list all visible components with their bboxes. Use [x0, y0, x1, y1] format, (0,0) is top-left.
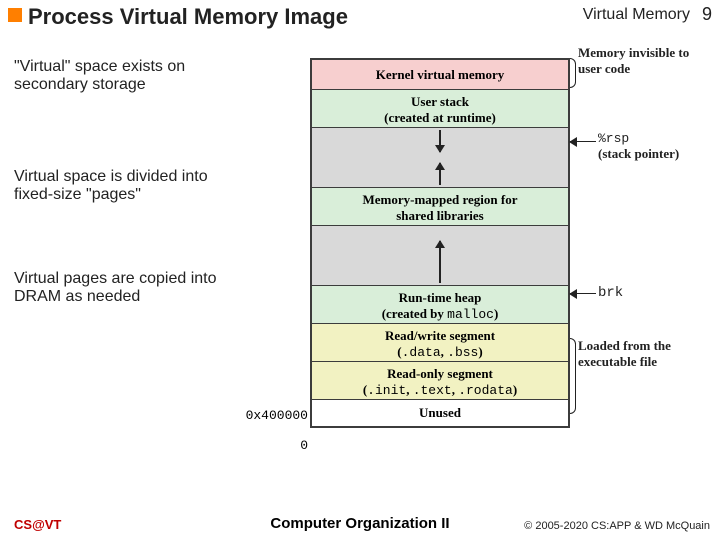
footer-copyright: © 2005-2020 CS:APP & WD McQuain — [524, 520, 710, 532]
segment-rw-l1: Read/write segment — [314, 328, 566, 344]
note-dram: Virtual pages are copied into DRAM as ne… — [14, 270, 224, 306]
rsp-code: %rsp — [598, 131, 629, 146]
annotation-loaded: Loaded from the executable file — [578, 338, 708, 370]
segment-user-stack-l1: User stack — [314, 94, 566, 110]
annotation-kernel-invisible: Memory invisible to user code — [578, 45, 708, 77]
address-zero: 0 — [294, 438, 308, 453]
note-pages: Virtual space is divided into fixed-size… — [14, 168, 224, 204]
memory-diagram: Kernel virtual memory User stack (create… — [310, 58, 570, 428]
page-number: 9 — [702, 4, 712, 25]
segment-readonly: Read-only segment (.init, .text, .rodata… — [312, 362, 568, 400]
arrow-left-icon — [570, 293, 596, 294]
annotation-brk: brk — [598, 285, 623, 301]
brace-icon — [570, 338, 576, 414]
segment-heap-l2: (created by malloc) — [314, 306, 566, 322]
slide-title: Process Virtual Memory Image — [28, 4, 348, 30]
segment-unused: Unused — [312, 400, 568, 426]
title-bullet-icon — [8, 8, 22, 22]
arrow-left-icon — [570, 141, 596, 142]
segment-kernel: Kernel virtual memory — [312, 60, 568, 90]
segment-mmap-l1: Memory-mapped region for — [314, 192, 566, 208]
segment-heap: Run-time heap (created by malloc) — [312, 286, 568, 324]
brace-icon — [570, 58, 576, 88]
slide: Process Virtual Memory Image Virtual Mem… — [0, 0, 720, 540]
segment-user-stack-l2: (created at runtime) — [314, 110, 566, 126]
segment-readwrite: Read/write segment (.data, .bss) — [312, 324, 568, 362]
address-base: 0x400000 — [228, 408, 308, 423]
segment-rw-l2: (.data, .bss) — [314, 344, 566, 360]
section-label: Virtual Memory — [583, 6, 690, 24]
arrow-down-icon — [439, 130, 441, 152]
segment-user-stack: User stack (created at runtime) — [312, 90, 568, 128]
segment-heap-l1: Run-time heap — [314, 290, 566, 306]
rsp-desc: (stack pointer) — [598, 146, 679, 161]
segment-mmap-l2: shared libraries — [314, 208, 566, 224]
note-virtual-space: "Virtual" space exists on secondary stor… — [14, 58, 224, 94]
segment-mmap: Memory-mapped region for shared librarie… — [312, 188, 568, 226]
arrow-up-icon — [439, 241, 441, 283]
annotation-rsp: %rsp (stack pointer) — [598, 130, 708, 162]
segment-gap-lower — [312, 226, 568, 286]
arrow-up-icon — [439, 163, 441, 185]
segment-gap-upper — [312, 128, 568, 188]
segment-ro-l1: Read-only segment — [314, 366, 566, 382]
segment-ro-l2: (.init, .text, .rodata) — [314, 382, 566, 398]
